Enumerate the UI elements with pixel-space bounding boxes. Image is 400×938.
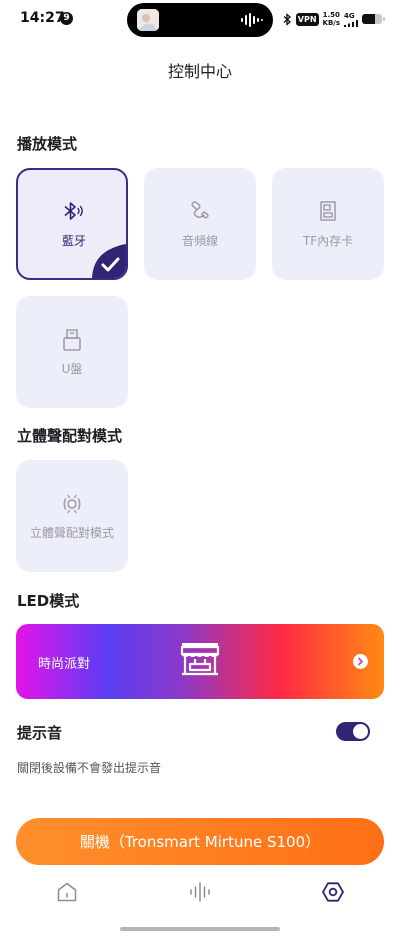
net-speed-unit: KB/s: [322, 19, 340, 27]
hexagon-settings-icon: [322, 882, 344, 902]
nav-home[interactable]: [55, 880, 79, 904]
prompt-tone-title: 提示音: [17, 724, 63, 742]
cellular-signal: 4G: [344, 12, 358, 27]
mode-tile-usb[interactable]: U盤: [16, 296, 128, 408]
prompt-tone-toggle[interactable]: [336, 722, 370, 741]
led-mode-label: 時尚派對: [38, 657, 91, 672]
home-indicator[interactable]: [120, 927, 280, 931]
stereo-section-title: 立體聲配對模式: [17, 427, 123, 445]
selected-check-icon: [92, 244, 126, 278]
mode-tile-audio-cable[interactable]: 音頻線: [144, 168, 256, 280]
usb-drive-icon: [16, 328, 128, 352]
playback-section-title: 播放模式: [17, 135, 78, 153]
network-type: 4G: [344, 11, 355, 20]
battery-icon: [362, 14, 385, 24]
led-section-title: LED模式: [17, 592, 80, 610]
led-mode-card[interactable]: 時尚派對: [16, 624, 384, 699]
power-off-button[interactable]: 關機（Tronsmart Mirtune S100）: [16, 818, 384, 865]
mode-label-sd-card: TF內存卡: [302, 234, 354, 248]
audio-wave-icon: [241, 13, 263, 27]
nav-settings[interactable]: [321, 880, 345, 904]
dynamic-island[interactable]: [127, 3, 273, 37]
stereo-pair-icon: [16, 492, 128, 516]
mode-tile-sd-card[interactable]: TF內存卡: [272, 168, 384, 280]
stereo-pair-label: 立體聲配對模式: [29, 526, 114, 540]
media-thumbnail: [137, 9, 159, 31]
mode-label-audio-cable: 音頻線: [181, 234, 218, 248]
mode-label-usb: U盤: [61, 362, 83, 376]
signal-bars-icon: [344, 19, 358, 27]
led-arrow-icon[interactable]: [353, 654, 368, 669]
net-speed: 1.50 KB/s: [323, 11, 340, 27]
stereo-pair-tile[interactable]: 立體聲配對模式: [16, 460, 128, 572]
vpn-badge: VPN: [295, 12, 319, 26]
audio-cable-icon: [144, 200, 256, 222]
sound-wave-icon: [190, 882, 210, 902]
notification-badge: 9: [60, 12, 73, 25]
status-time: 14:27: [20, 10, 65, 26]
battery-fill: [362, 14, 375, 24]
nav-equalizer[interactable]: [188, 880, 212, 904]
home-icon: [57, 882, 77, 902]
page-title: 控制中心: [167, 62, 232, 81]
sd-card-icon: [272, 200, 384, 222]
net-speed-value: 1.50: [322, 11, 340, 19]
toggle-knob: [353, 724, 368, 739]
party-booth-icon: [180, 643, 220, 676]
status-bar: 14:27 9 VPN 1.50 KB/s 4G: [0, 0, 400, 40]
status-icons: VPN 1.50 KB/s 4G: [283, 11, 385, 27]
bluetooth-status-icon: [283, 12, 291, 26]
mode-tile-bluetooth[interactable]: 藍牙: [16, 168, 128, 280]
bluetooth-icon: [18, 200, 126, 222]
prompt-tone-description: 關閉後設備不會發出提示音: [17, 761, 162, 775]
battery-tip: [383, 17, 385, 21]
